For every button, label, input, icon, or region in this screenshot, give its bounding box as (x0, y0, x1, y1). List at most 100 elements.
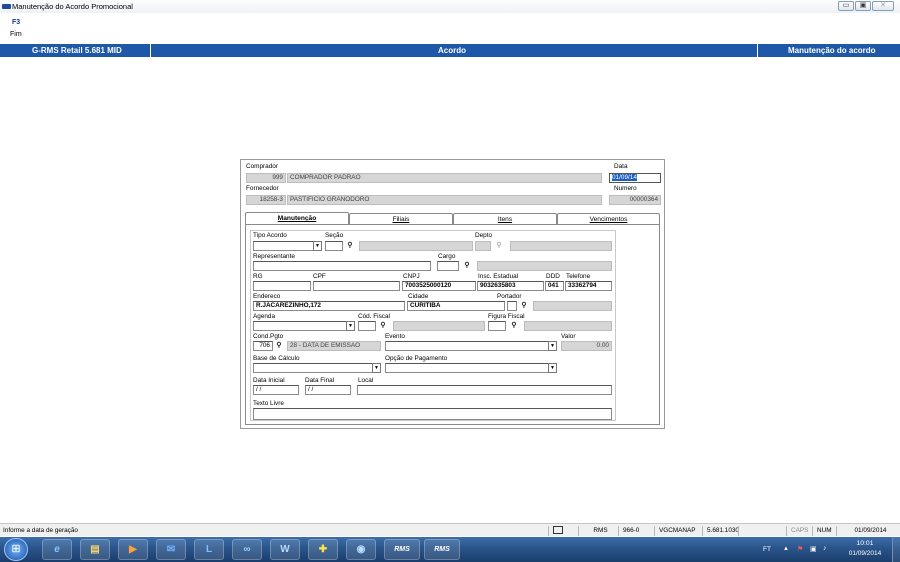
evento-select[interactable] (385, 341, 557, 351)
ddd-input[interactable]: 041 (545, 281, 564, 291)
opcao-pagamento-label: Opção de Pagamento (385, 355, 448, 362)
agenda-select[interactable] (253, 321, 355, 331)
start-button[interactable]: ⊞ (4, 538, 28, 561)
chevron-down-icon[interactable]: ▼ (372, 363, 381, 373)
portador-label: Portador (497, 293, 522, 300)
header-bar: G-RMS Retail 5.681 MID Acordo Manutenção… (0, 44, 900, 57)
cidade-input[interactable]: CURITIBA (407, 301, 505, 311)
f3-key[interactable]: F3 (12, 19, 20, 26)
binoculars-icon[interactable]: ⚲ (273, 341, 285, 351)
media-player-icon[interactable]: ▶ (118, 539, 148, 560)
data-inicial-label: Data Inicial (253, 377, 285, 384)
lync-icon[interactable]: L (194, 539, 224, 560)
cargo-desc (477, 261, 612, 271)
representante-label: Representante (253, 253, 295, 260)
cod-fiscal-label: Cód. Fiscal (358, 313, 390, 320)
word-icon[interactable]: W (270, 539, 300, 560)
texto-livre-input[interactable] (253, 408, 612, 420)
local-input[interactable] (357, 385, 612, 395)
texto-livre-label: Texto Livre (253, 400, 284, 407)
function-key-bar (0, 13, 900, 44)
language-indicator[interactable]: FT (763, 546, 771, 553)
binoculars-icon[interactable]: ⚲ (518, 301, 530, 311)
insc-estadual-input[interactable]: 9032635803 (477, 281, 544, 291)
insc-estadual-label: Insc. Estadual (478, 273, 519, 280)
agenda-label: Agenda (253, 313, 276, 320)
cpf-input[interactable] (313, 281, 400, 291)
endereco-label: Endereco (253, 293, 281, 300)
tray-flag-icon[interactable]: ⚑ (797, 545, 803, 553)
data-final-label: Data Final (305, 377, 335, 384)
cnpj-input[interactable]: 7003525000120 (402, 281, 476, 291)
representante-input[interactable] (253, 261, 431, 271)
tipo-acordo-select[interactable] (253, 241, 317, 251)
remote-desktop-icon[interactable]: ◉ (346, 539, 376, 560)
figura-fiscal-label: Figura Fiscal (488, 313, 525, 320)
portador-desc (533, 301, 612, 311)
valor-label: Valor (561, 333, 576, 340)
telefone-input[interactable]: 33362794 (565, 281, 612, 291)
chevron-down-icon[interactable]: ▼ (346, 321, 355, 331)
binoculars-icon[interactable]: ⚲ (508, 321, 520, 331)
app-icon (2, 4, 11, 9)
minimize-button[interactable]: ▭ (838, 1, 854, 11)
tipo-acordo-label: Tipo Acordo (253, 232, 287, 239)
binoculars-icon[interactable]: ⚲ (493, 241, 505, 251)
screen-title: Manutenção do acordo (788, 46, 876, 55)
depto-input (475, 241, 491, 251)
base-calculo-select[interactable] (253, 363, 381, 373)
close-button[interactable]: ✕ (872, 1, 894, 11)
data-field[interactable]: 01/09/14 (609, 173, 661, 183)
module-title: Acordo (438, 46, 466, 55)
maximize-button[interactable]: ▣ (855, 1, 871, 11)
chevron-down-icon[interactable]: ▼ (548, 341, 557, 351)
secao-desc (359, 241, 473, 251)
ie-icon[interactable]: e (42, 539, 72, 560)
outlook-icon[interactable]: ✉ (156, 539, 186, 560)
status-date: 01/09/2014 (836, 526, 900, 536)
portador-input[interactable] (507, 301, 517, 311)
binoculars-icon[interactable]: ⚲ (344, 241, 356, 251)
tray-network-icon[interactable]: ▣ (810, 545, 817, 553)
figura-fiscal-input[interactable] (488, 321, 506, 331)
game-icon[interactable]: ✚ (308, 539, 338, 560)
base-calculo-label: Base de Cálculo (253, 355, 300, 362)
tray-expand-icon[interactable]: ▲ (783, 546, 789, 552)
network-app-icon[interactable]: ∞ (232, 539, 262, 560)
local-label: Local (358, 377, 374, 384)
header-divider (757, 44, 758, 57)
chevron-down-icon[interactable]: ▼ (313, 241, 322, 251)
clock-date[interactable]: 01/09/2014 (843, 550, 887, 557)
cargo-input[interactable] (437, 261, 459, 271)
folder-icon[interactable]: ▤ (80, 539, 110, 560)
binoculars-icon[interactable]: ⚲ (461, 261, 473, 271)
cod-fiscal-input[interactable] (358, 321, 376, 331)
fornecedor-name: PASTIFICIO GRANODORO (287, 195, 602, 205)
rms-taskbar-button-2[interactable]: RMS (424, 539, 460, 560)
secao-label: Seção (325, 232, 344, 239)
rg-input[interactable] (253, 281, 311, 291)
clock-time[interactable]: 10:01 (847, 540, 883, 547)
cnpj-label: CNPJ (403, 273, 420, 280)
cpf-label: CPF (313, 273, 326, 280)
f3-label[interactable]: Fim (10, 31, 22, 38)
binoculars-icon[interactable]: ⚲ (377, 321, 389, 331)
cond-pgto-input[interactable]: 706 (253, 341, 273, 351)
status-document-icon (548, 526, 578, 536)
data-final-input[interactable]: / / (305, 385, 351, 395)
rms-taskbar-button-1[interactable]: RMS (384, 539, 420, 560)
tray-volume-icon[interactable]: ♪ (823, 545, 827, 552)
status-code: 966-0 (618, 526, 654, 536)
opcao-pagamento-select[interactable] (385, 363, 557, 373)
secao-input[interactable] (325, 241, 343, 251)
cidade-label: Cidade (408, 293, 429, 300)
chevron-down-icon[interactable]: ▼ (548, 363, 557, 373)
header-divider (150, 44, 151, 57)
cargo-label: Cargo (438, 253, 456, 260)
show-desktop-button[interactable] (892, 537, 900, 562)
endereco-input[interactable]: R.JACAREZINHO,172 (253, 301, 405, 311)
window-title: Manutenção do Acordo Promocional (12, 2, 133, 11)
data-inicial-input[interactable]: / / (253, 385, 299, 395)
cond-pgto-desc: 28 - DATA DE EMISSAO (287, 341, 381, 351)
data-label: Data (614, 163, 628, 170)
